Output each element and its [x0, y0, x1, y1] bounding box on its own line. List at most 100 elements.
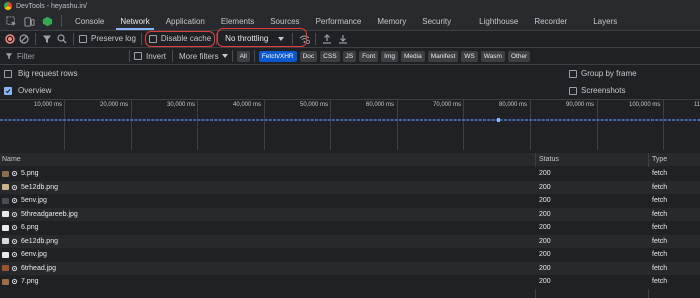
timeline-tick: 11 [694, 102, 700, 108]
more-filters-label: More filters [179, 51, 219, 61]
filter-type-other[interactable]: Other [507, 50, 531, 62]
overview-checkbox[interactable] [4, 86, 12, 95]
tab-lighthouse[interactable]: Lighthouse [471, 12, 526, 30]
table-row[interactable]: 6e12db.png 200 fetch [0, 234, 700, 248]
tab-recorder[interactable]: Recorder [526, 12, 575, 30]
request-name: 6.png [21, 224, 39, 232]
tab-performance[interactable]: Performance [308, 12, 370, 30]
extension-icon[interactable] [38, 12, 56, 30]
file-thumbnail-icon [2, 224, 9, 231]
timeline-tick: 80,000 ms [499, 102, 528, 108]
import-har-icon[interactable] [321, 33, 333, 45]
request-activity-bars [0, 118, 700, 122]
timeline-tick: 50,000 ms [300, 102, 329, 108]
request-status: 200 [539, 224, 551, 232]
big-request-rows-checkbox[interactable] [4, 69, 12, 78]
request-name-cell: 6trhead.jpg [2, 265, 56, 272]
screenshots-label: Screenshots [581, 86, 626, 95]
screenshots-checkbox[interactable] [569, 86, 577, 95]
filter-type-img[interactable]: Img [381, 50, 398, 62]
window-title-bar: DevTools - heyashu.in/ [0, 0, 700, 12]
request-type: fetch [652, 197, 668, 205]
filter-type-fetch-xhr[interactable]: Fetch/XHR [258, 50, 297, 62]
tab-network[interactable]: Network [112, 12, 157, 30]
filter-type-font[interactable]: Font [359, 50, 379, 62]
request-name-cell: 6.png [2, 224, 39, 231]
device-toolbar-icon[interactable] [20, 12, 38, 30]
filter-type-wasm[interactable]: Wasm [480, 50, 505, 62]
request-name: 5.png [21, 170, 39, 178]
annotation-circle-disable-cache [145, 31, 215, 47]
file-thumbnail-icon [2, 251, 9, 258]
request-name-cell: 6env.jpg [2, 251, 47, 258]
table-row[interactable]: 5env.jpg 200 fetch [0, 194, 700, 208]
file-thumbnail-icon [2, 184, 9, 191]
file-thumbnail-icon [2, 170, 9, 177]
more-filters-dropdown[interactable]: More filters [179, 52, 228, 61]
dropdown-arrow-icon [221, 54, 228, 58]
filter-type-js[interactable]: JS [342, 50, 357, 62]
big-request-rows-option[interactable]: Big request rows [4, 69, 78, 78]
table-row[interactable]: 6trhead.jpg 200 fetch [0, 261, 700, 275]
invert-checkbox[interactable] [134, 52, 142, 60]
column-header-name[interactable]: Name [2, 156, 21, 163]
tab-layers[interactable]: Layers [585, 12, 625, 30]
record-icon[interactable] [4, 33, 16, 45]
inspect-element-icon[interactable] [2, 12, 20, 30]
request-status: 200 [539, 278, 551, 286]
table-row[interactable]: 6.png 200 fetch [0, 221, 700, 235]
group-by-frame-option[interactable]: Group by frame [569, 69, 637, 78]
filter-type-doc[interactable]: Doc [299, 50, 318, 62]
request-status: 200 [539, 170, 551, 178]
service-worker-gear-icon [11, 251, 18, 258]
table-row[interactable]: 5threadgareeb.jpg 200 fetch [0, 207, 700, 221]
service-worker-gear-icon [11, 278, 18, 285]
tab-application[interactable]: Application [158, 12, 213, 30]
request-type: fetch [652, 264, 668, 272]
request-status: 200 [539, 183, 551, 191]
filter-type-manifest[interactable]: Manifest [427, 50, 459, 62]
tab-memory[interactable]: Memory [369, 12, 414, 30]
service-worker-gear-icon [11, 265, 18, 272]
network-overview-timeline[interactable]: 10,000 ms 20,000 ms 30,000 ms 40,000 ms … [0, 100, 700, 150]
request-name-cell: 5env.jpg [2, 197, 47, 204]
filter-type-ws[interactable]: WS [461, 50, 478, 62]
group-by-frame-label: Group by frame [581, 69, 637, 78]
request-name-cell: 5e12db.png [2, 184, 58, 191]
request-name: 5env.jpg [21, 197, 47, 205]
group-by-frame-checkbox[interactable] [569, 69, 577, 78]
preserve-log-checkbox[interactable] [79, 34, 87, 43]
search-icon[interactable] [56, 33, 68, 45]
clear-icon[interactable] [18, 33, 30, 45]
filter-input[interactable]: Filter [17, 52, 129, 61]
devtools-tab-strip: Console Network Application Elements Sou… [0, 12, 700, 30]
service-worker-gear-icon [11, 238, 18, 245]
request-name: 5threadgareeb.jpg [21, 210, 78, 218]
timeline-tick: 10,000 ms [34, 102, 63, 108]
table-row[interactable]: 7.png 200 fetch [0, 275, 700, 289]
request-type: fetch [652, 210, 668, 218]
table-row[interactable]: 5.png 200 fetch [0, 167, 700, 181]
screenshots-option[interactable]: Screenshots [569, 86, 625, 95]
filter-toggle-icon[interactable] [41, 33, 53, 45]
timeline-tick: 60,000 ms [366, 102, 395, 108]
tab-security[interactable]: Security [414, 12, 459, 30]
file-thumbnail-icon [2, 211, 9, 218]
overview-label: Overview [18, 86, 52, 95]
service-worker-gear-icon [11, 184, 18, 191]
column-header-type[interactable]: Type [652, 156, 667, 163]
table-row[interactable]: 6env.jpg 200 fetch [0, 248, 700, 262]
filter-type-all[interactable]: All [236, 50, 250, 62]
export-har-icon[interactable] [337, 33, 349, 45]
overview-option[interactable]: Overview [4, 86, 51, 95]
request-type: fetch [652, 224, 668, 232]
preserve-log-label: Preserve log [91, 34, 136, 43]
filter-type-media[interactable]: Media [401, 50, 425, 62]
filter-type-css[interactable]: CSS [320, 50, 340, 62]
table-row[interactable]: 5e12db.png 200 fetch [0, 180, 700, 194]
column-header-status[interactable]: Status [539, 156, 559, 163]
tab-console[interactable]: Console [67, 12, 112, 30]
request-type: fetch [652, 183, 668, 191]
file-thumbnail-icon [2, 197, 9, 204]
chrome-logo-icon [4, 2, 12, 10]
